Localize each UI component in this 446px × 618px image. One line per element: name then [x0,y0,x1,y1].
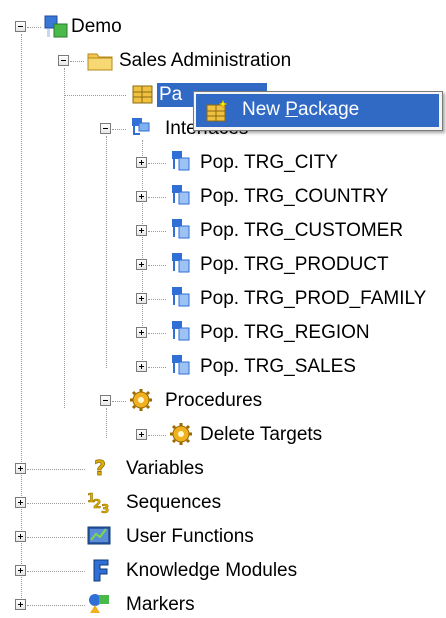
tree-line [148,231,166,232]
expand-toggle[interactable] [15,497,26,508]
tree-label-delete-targets[interactable]: Delete Targets [198,423,324,447]
expand-toggle[interactable] [136,191,147,202]
package-icon [130,81,154,105]
expand-toggle[interactable] [15,463,26,474]
expand-toggle[interactable] [136,259,147,270]
context-menu: New Package [193,91,443,131]
svg-text:?: ? [94,456,106,480]
interface-icon [128,115,152,139]
tree-line [148,163,166,164]
sequence-icon: 1 2 3 [86,489,110,517]
tree-label-sequences[interactable]: Sequences [124,491,223,515]
svg-text:3: 3 [101,502,109,515]
interface-icon [168,251,192,275]
expand-toggle[interactable] [136,157,147,168]
tree-line [112,129,126,130]
tree-line [27,605,85,606]
function-icon [86,523,111,547]
tree-line [106,408,107,438]
gear-icon [128,387,152,411]
collapse-toggle[interactable] [100,395,111,406]
tree-line [148,197,166,198]
expand-toggle[interactable] [136,429,147,440]
tree-line [106,136,107,368]
tree-line [112,401,126,402]
tree-line [64,68,65,408]
collapse-toggle[interactable] [58,55,69,66]
collapse-toggle[interactable] [100,123,111,134]
interface-icon [168,319,192,343]
tree-line [27,571,85,572]
tree-label-variables[interactable]: Variables [124,457,206,481]
expand-toggle[interactable] [136,327,147,338]
interface-icon [168,149,192,173]
question-icon: ? [88,455,112,481]
tree-line [27,469,85,470]
tree-line [21,34,22,608]
interface-icon [168,217,192,241]
tree-label-user-functions[interactable]: User Functions [124,525,256,549]
tree-line [27,27,41,28]
tree-label-interface-item[interactable]: Pop. TRG_SALES [198,355,358,379]
tree-line [148,299,166,300]
tree-line [148,367,166,368]
marker-icon [86,591,110,615]
tree-label-knowledge-modules[interactable]: Knowledge Modules [124,559,299,583]
interface-icon [168,353,192,377]
expand-toggle[interactable] [15,599,26,610]
tree-label-procedures[interactable]: Procedures [163,389,264,413]
tree-line [64,95,126,96]
tree-label-interface-item[interactable]: Pop. TRG_CUSTOMER [198,219,405,243]
new-package-icon [204,99,228,123]
expand-toggle[interactable] [136,225,147,236]
km-icon [86,557,110,582]
tree-label-interface-item[interactable]: Pop. TRG_REGION [198,321,372,345]
tree-label-markers[interactable]: Markers [124,593,197,617]
tree-line [148,265,166,266]
gear-icon [168,421,192,445]
tree-label-demo[interactable]: Demo [69,15,124,39]
tree-line [148,435,166,436]
collapse-toggle[interactable] [15,21,26,32]
expand-toggle[interactable] [15,531,26,542]
menu-item-label: New Package [242,99,360,120]
tree-label-interface-item[interactable]: Pop. TRG_COUNTRY [198,185,390,209]
tree-label-sales-administration[interactable]: Sales Administration [117,49,293,73]
interface-icon [168,285,192,309]
tree-label-interface-item[interactable]: Pop. TRG_PRODUCT [198,253,391,277]
expand-toggle[interactable] [136,293,147,304]
folder-icon [86,47,113,71]
tree-label-interface-item[interactable]: Pop. TRG_PROD_FAMILY [198,287,428,311]
expand-toggle[interactable] [15,565,26,576]
menu-item-new-package[interactable]: New Package [196,94,439,127]
tree-label-interface-item[interactable]: Pop. TRG_CITY [198,151,340,175]
tree-line [27,537,85,538]
tree-line [27,503,85,504]
tree-line [148,333,166,334]
interface-icon [168,183,192,207]
project-icon [43,14,68,38]
tree-line [70,61,84,62]
expand-toggle[interactable] [136,361,147,372]
